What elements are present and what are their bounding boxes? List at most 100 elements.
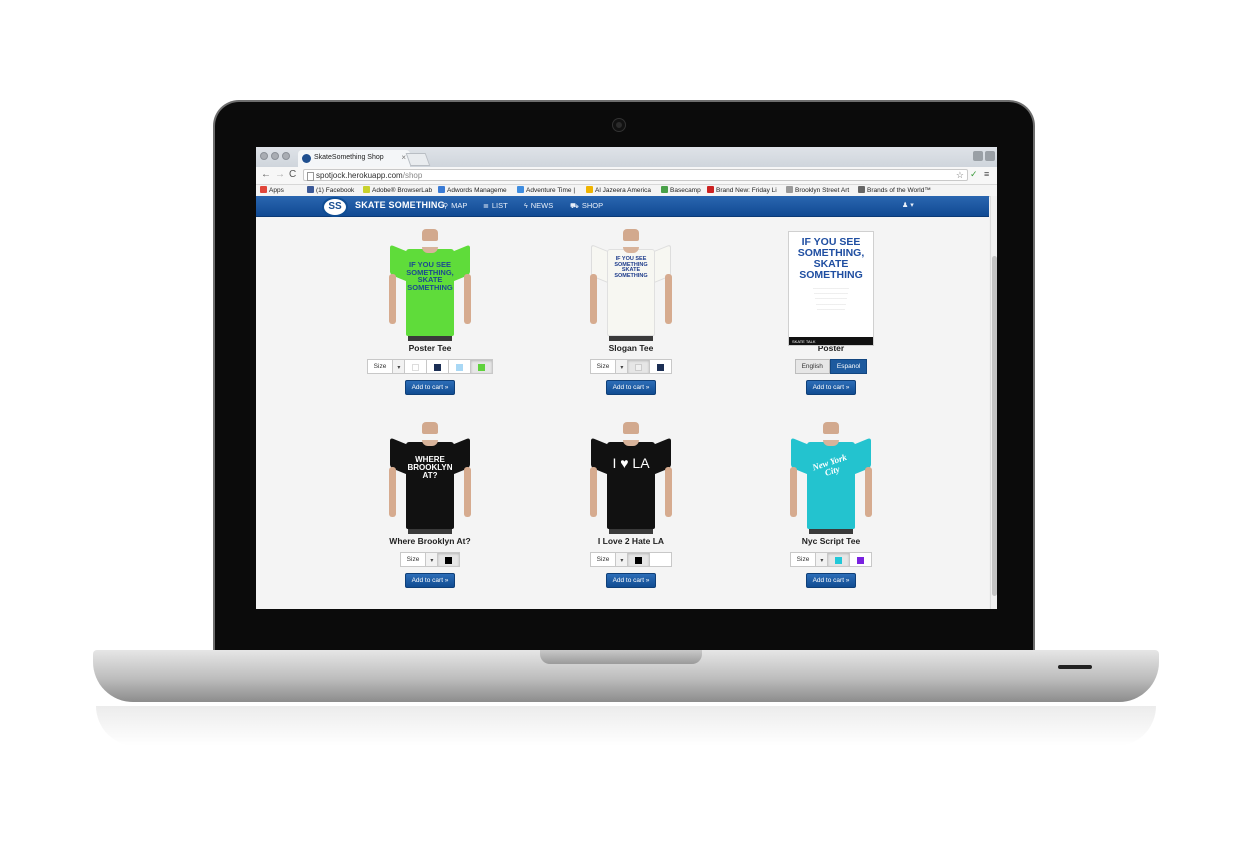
address-bar[interactable]: spotjock.herokuapp.com/shop ☆ bbox=[303, 169, 968, 181]
nav-item-map[interactable]: ⚲ MAP bbox=[443, 201, 467, 210]
site-brand[interactable]: SKATE SOMETHING bbox=[355, 200, 445, 210]
color-swatch-green[interactable] bbox=[471, 359, 494, 374]
product-image[interactable]: IF YOU SEE SOMETHING SKATE SOMETHING bbox=[581, 229, 681, 341]
bookmark-item[interactable]: Brands of the World™ bbox=[858, 186, 931, 194]
chevron-down-icon[interactable]: ▾ bbox=[393, 359, 406, 374]
new-tab-button[interactable] bbox=[405, 153, 431, 166]
site-favicon-icon bbox=[302, 154, 311, 163]
site-logo[interactable]: SS bbox=[322, 197, 348, 217]
model-arm bbox=[790, 467, 797, 517]
nav-item-list[interactable]: ≣ LIST bbox=[483, 201, 508, 210]
size-dropdown[interactable]: Size bbox=[789, 552, 817, 567]
reload-icon[interactable]: C bbox=[289, 169, 296, 180]
model-head bbox=[823, 422, 839, 434]
adobe-icon bbox=[363, 186, 370, 193]
model-arm bbox=[389, 274, 396, 324]
nav-item-news[interactable]: ϟ NEWS bbox=[524, 201, 553, 210]
color-swatch-purple[interactable] bbox=[850, 552, 873, 567]
product-card: IF YOU SEE SOMETHING, SKATE SOMETHING . … bbox=[751, 231, 911, 395]
bookmark-item[interactable]: Basecamp bbox=[661, 186, 701, 194]
bolt-icon: ϟ bbox=[524, 203, 528, 210]
product-image[interactable]: I ♥ LA bbox=[581, 422, 681, 534]
color-swatch-navy[interactable] bbox=[427, 359, 450, 374]
size-dropdown[interactable]: Size bbox=[589, 552, 617, 567]
model-arm bbox=[389, 467, 396, 517]
model-arm bbox=[590, 467, 597, 517]
bookmark-item[interactable]: Brooklyn Street Art bbox=[786, 186, 849, 194]
bookmark-item[interactable]: Apps bbox=[260, 186, 284, 194]
chevron-down-icon[interactable]: ▾ bbox=[616, 359, 629, 374]
model-arm bbox=[464, 467, 471, 517]
language-english-button[interactable]: English bbox=[794, 359, 830, 374]
tshirt-shape: IF YOU SEE SOMETHING SKATE SOMETHING bbox=[591, 241, 671, 336]
back-icon[interactable]: ← bbox=[261, 169, 271, 180]
color-swatch-black[interactable] bbox=[438, 552, 461, 567]
window-fullscreen-icon[interactable] bbox=[985, 151, 995, 161]
chevron-down-icon[interactable]: ▾ bbox=[616, 552, 629, 567]
product-card: WHERE BROOKLYN AT? Where Brooklyn At? Si… bbox=[350, 422, 510, 588]
chevron-down-icon[interactable]: ▾ bbox=[426, 552, 439, 567]
product-image[interactable]: IF YOU SEE SOMETHING, SKATE SOMETHING . … bbox=[781, 231, 881, 346]
scrollbar-thumb[interactable] bbox=[992, 256, 997, 596]
variant-controls: Size ▾ bbox=[751, 552, 911, 568]
facebook-icon bbox=[307, 186, 314, 193]
bookmark-star-icon[interactable]: ☆ bbox=[956, 170, 964, 181]
size-dropdown[interactable]: Size bbox=[366, 359, 394, 374]
extension-icon[interactable]: ✓ bbox=[970, 169, 978, 180]
shirt-print: I ♥ LA bbox=[612, 455, 650, 471]
product-image[interactable]: New York City bbox=[781, 422, 881, 534]
nav-item-shop[interactable]: ⛟ SHOP bbox=[570, 201, 603, 211]
add-to-cart-button[interactable]: Add to cart » bbox=[404, 573, 456, 588]
product-card: New York City Nyc Script Tee Size ▾ Add … bbox=[751, 422, 911, 588]
add-to-cart-button[interactable]: Add to cart » bbox=[605, 573, 657, 588]
variant-controls: Size ▾ bbox=[350, 552, 510, 568]
window-minimize-dot[interactable] bbox=[271, 152, 279, 160]
bookmark-item[interactable]: (1) Facebook bbox=[307, 186, 354, 194]
browser-toolbar: ← → C spotjock.herokuapp.com/shop ☆ ✓ ≡ bbox=[256, 167, 997, 185]
window-zoom-dot[interactable] bbox=[282, 152, 290, 160]
bookmark-item[interactable]: Brand New: Friday Li bbox=[707, 186, 777, 194]
bookmark-item[interactable]: Adobe® BrowserLab bbox=[363, 186, 432, 194]
add-to-cart-button[interactable]: Add to cart » bbox=[605, 380, 657, 395]
user-menu[interactable]: ♟ ▾ bbox=[902, 201, 914, 209]
bookmark-item[interactable]: Adventure Time | bbox=[517, 186, 575, 194]
chevron-down-icon[interactable]: ▾ bbox=[816, 552, 829, 567]
size-dropdown[interactable]: Size bbox=[589, 359, 617, 374]
forward-icon[interactable]: → bbox=[275, 169, 285, 180]
model-pants bbox=[609, 336, 653, 341]
color-swatch-white[interactable] bbox=[628, 359, 651, 374]
menu-icon[interactable]: ≡ bbox=[984, 169, 989, 179]
bookmark-item[interactable]: Al Jazeera America bbox=[586, 186, 651, 194]
product-image[interactable]: WHERE BROOKLYN AT? bbox=[380, 422, 480, 534]
adventure-time-icon bbox=[517, 186, 524, 193]
url-host: spotjock.herokuapp.com bbox=[316, 171, 403, 180]
add-to-cart-button[interactable]: Add to cart » bbox=[805, 380, 857, 395]
color-swatch-navy[interactable] bbox=[650, 359, 673, 374]
map-marker-icon: ⚲ bbox=[443, 203, 449, 210]
profile-icon[interactable] bbox=[973, 151, 983, 161]
product-image[interactable]: IF YOU SEE SOMETHING, SKATE SOMETHING bbox=[380, 229, 480, 341]
screen: SkateSomething Shop × ← → C spotjock.her… bbox=[256, 147, 997, 609]
color-swatch-black[interactable] bbox=[628, 552, 651, 567]
shirt-print: WHERE BROOKLYN AT? bbox=[407, 455, 453, 480]
size-dropdown[interactable]: Size bbox=[399, 552, 427, 567]
browser-tab[interactable]: SkateSomething Shop × bbox=[298, 150, 410, 167]
color-swatch-white[interactable] bbox=[650, 552, 673, 567]
page-scrollbar[interactable] bbox=[990, 196, 997, 609]
model-arm bbox=[665, 274, 672, 324]
basecamp-icon bbox=[661, 186, 668, 193]
color-swatch-light-blue[interactable] bbox=[449, 359, 472, 374]
color-swatch-turquoise[interactable] bbox=[828, 552, 851, 567]
add-to-cart-button[interactable]: Add to cart » bbox=[805, 573, 857, 588]
tshirt-shape: I ♥ LA bbox=[591, 434, 671, 529]
add-to-cart-button[interactable]: Add to cart » bbox=[404, 380, 456, 395]
variant-controls: Size ▾ bbox=[551, 552, 711, 568]
bookmark-item[interactable]: Adwords Manageme bbox=[438, 186, 507, 194]
color-swatch-white[interactable] bbox=[405, 359, 428, 374]
language-espanol-button[interactable]: Espanol bbox=[829, 359, 868, 374]
laptop-reflection bbox=[96, 706, 1156, 746]
model-pants bbox=[609, 529, 653, 534]
product-card: IF YOU SEE SOMETHING, SKATE SOMETHING Po… bbox=[350, 229, 510, 395]
window-close-dot[interactable] bbox=[260, 152, 268, 160]
model-arm bbox=[865, 467, 872, 517]
